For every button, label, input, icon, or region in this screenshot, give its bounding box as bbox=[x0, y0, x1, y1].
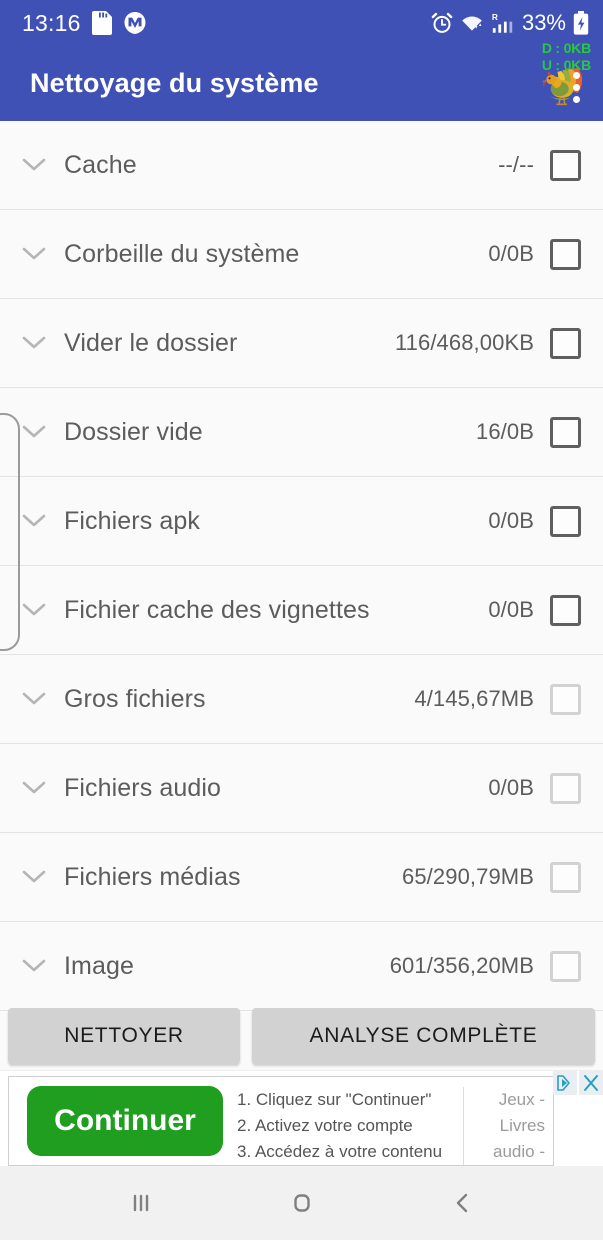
checkbox-unchecked-icon[interactable] bbox=[550, 950, 581, 982]
ad-banner[interactable]: Continuer 1. Cliquez sur "Continuer" 2. … bbox=[0, 1070, 603, 1166]
row-label: Gros fichiers bbox=[64, 684, 206, 713]
row-label: Fichier cache des vignettes bbox=[64, 595, 370, 624]
row-label: Cache bbox=[64, 150, 137, 179]
table-row[interactable]: Dossier vide 16/0B bbox=[0, 388, 603, 477]
row-label: Image bbox=[64, 951, 134, 980]
back-icon[interactable] bbox=[428, 1175, 498, 1231]
row-label: Dossier vide bbox=[64, 417, 203, 446]
row-size: 0/0B bbox=[488, 508, 534, 533]
malwarebytes-icon bbox=[123, 11, 147, 35]
chevron-down-icon[interactable] bbox=[18, 157, 50, 173]
checkbox-unchecked-icon[interactable] bbox=[550, 416, 581, 448]
row-size: --/-- bbox=[498, 152, 534, 177]
table-row[interactable]: Fichiers médias 65/290,79MB bbox=[0, 833, 603, 922]
status-bar: 13:16 R 33% bbox=[0, 0, 603, 46]
checkbox-unchecked-icon[interactable] bbox=[550, 505, 581, 537]
row-size: 0/0B bbox=[488, 775, 534, 800]
chevron-down-icon[interactable] bbox=[18, 869, 50, 885]
more-vertical-icon[interactable] bbox=[572, 72, 580, 103]
row-label: Corbeille du système bbox=[64, 239, 300, 268]
turkey-icon[interactable] bbox=[537, 58, 593, 110]
action-button-bar: NETTOYER ANALYSE COMPLÈTE bbox=[0, 1002, 603, 1070]
chevron-down-icon[interactable] bbox=[18, 335, 50, 351]
row-size: 16/0B bbox=[476, 419, 534, 444]
app-bar: Nettoyage du système D: 0KB U: 0KB bbox=[0, 40, 603, 121]
close-icon[interactable] bbox=[579, 1071, 603, 1095]
page-title: Nettoyage du système bbox=[30, 68, 319, 98]
ad-categories: Jeux - Livres audio - Musiques bbox=[463, 1087, 545, 1165]
status-clock: 13:16 bbox=[22, 9, 81, 36]
ad-category: audio - bbox=[493, 1141, 545, 1161]
table-row[interactable]: Vider le dossier 116/468,00KB bbox=[0, 299, 603, 388]
chevron-down-icon[interactable] bbox=[18, 958, 50, 974]
table-row[interactable]: Fichiers apk 0/0B bbox=[0, 477, 603, 566]
home-icon[interactable] bbox=[267, 1175, 337, 1231]
status-bar-right: R 33% bbox=[431, 11, 589, 35]
checkbox-unchecked-icon[interactable] bbox=[550, 594, 581, 626]
chevron-down-icon[interactable] bbox=[18, 513, 50, 529]
row-size: 0/0B bbox=[488, 597, 534, 622]
overflow-dot bbox=[572, 72, 580, 79]
chevron-down-icon[interactable] bbox=[18, 780, 50, 796]
row-size: 0/0B bbox=[488, 241, 534, 266]
recents-icon[interactable] bbox=[106, 1175, 176, 1231]
full-scan-button[interactable]: ANALYSE COMPLÈTE bbox=[252, 1008, 595, 1064]
checkbox-unchecked-icon[interactable] bbox=[550, 238, 581, 270]
row-size: 601/356,20MB bbox=[389, 953, 534, 978]
row-label: Fichiers médias bbox=[64, 862, 241, 891]
svg-text:R: R bbox=[492, 12, 498, 22]
table-row[interactable]: Fichiers audio 0/0B bbox=[0, 744, 603, 833]
wifi-icon bbox=[460, 13, 484, 34]
battery-percent-label: 33% bbox=[521, 10, 566, 35]
table-row[interactable]: Corbeille du système 0/0B bbox=[0, 210, 603, 299]
ad-tagline: Trouvez-le sur all-in-1 bbox=[237, 1164, 463, 1165]
row-label: Vider le dossier bbox=[64, 328, 238, 357]
ad-category: Jeux - bbox=[498, 1090, 545, 1109]
chevron-down-icon[interactable] bbox=[18, 691, 50, 707]
roaming-signal-icon: R bbox=[491, 12, 515, 35]
table-row[interactable]: Cache --/-- bbox=[0, 121, 603, 210]
ad-category: Livres bbox=[499, 1115, 545, 1135]
chevron-down-icon[interactable] bbox=[18, 424, 50, 440]
checkbox-unchecked-icon[interactable] bbox=[550, 327, 581, 359]
app-bar-actions: D : 0KB U : 0KB bbox=[537, 40, 593, 121]
status-bar-left: 13:16 bbox=[22, 11, 147, 35]
alarm-icon bbox=[431, 12, 453, 34]
system-navigation-bar bbox=[0, 1166, 603, 1240]
table-row[interactable]: Fichier cache des vignettes 0/0B bbox=[0, 566, 603, 655]
sd-card-icon bbox=[91, 11, 112, 35]
ad-cta-button[interactable]: Continuer bbox=[27, 1086, 223, 1156]
row-label: Fichiers apk bbox=[64, 506, 200, 535]
table-row[interactable]: Gros fichiers 4/145,67MB bbox=[0, 655, 603, 744]
ad-step-3: 3. Accédez à votre contenu bbox=[237, 1141, 443, 1161]
battery-charging-icon bbox=[573, 11, 589, 35]
row-size: 65/290,79MB bbox=[402, 864, 534, 889]
cleanup-category-list[interactable]: Cache --/-- Corbeille du système 0/0B Vi… bbox=[0, 121, 603, 1070]
overflow-dot bbox=[572, 96, 580, 103]
chevron-down-icon[interactable] bbox=[18, 602, 50, 618]
adchoices-icon[interactable] bbox=[553, 1071, 577, 1095]
row-size: 4/145,67MB bbox=[414, 686, 534, 711]
overflow-dot bbox=[572, 84, 580, 91]
row-size: 116/468,00KB bbox=[394, 330, 534, 355]
ad-controls bbox=[553, 1071, 603, 1095]
ad-step-1: 1. Cliquez sur "Continuer" bbox=[237, 1090, 432, 1109]
ad-content[interactable]: Continuer 1. Cliquez sur "Continuer" 2. … bbox=[8, 1076, 554, 1166]
checkbox-unchecked-icon[interactable] bbox=[550, 683, 581, 715]
ad-step-2: 2. Activez votre compte bbox=[237, 1115, 413, 1135]
clean-button[interactable]: NETTOYER bbox=[8, 1008, 240, 1064]
checkbox-unchecked-icon[interactable] bbox=[550, 861, 581, 893]
chevron-down-icon[interactable] bbox=[18, 246, 50, 262]
table-row[interactable]: Image 601/356,20MB bbox=[0, 922, 603, 1011]
ad-category: Musiques bbox=[472, 1164, 545, 1165]
row-label: Fichiers audio bbox=[64, 773, 222, 802]
checkbox-unchecked-icon[interactable] bbox=[550, 149, 581, 181]
checkbox-unchecked-icon[interactable] bbox=[550, 772, 581, 804]
ad-steps: 1. Cliquez sur "Continuer" 2. Activez vo… bbox=[237, 1087, 463, 1165]
phone-screen: 13:16 R 33% Nettoyage du système D: 0KB… bbox=[0, 0, 603, 1240]
